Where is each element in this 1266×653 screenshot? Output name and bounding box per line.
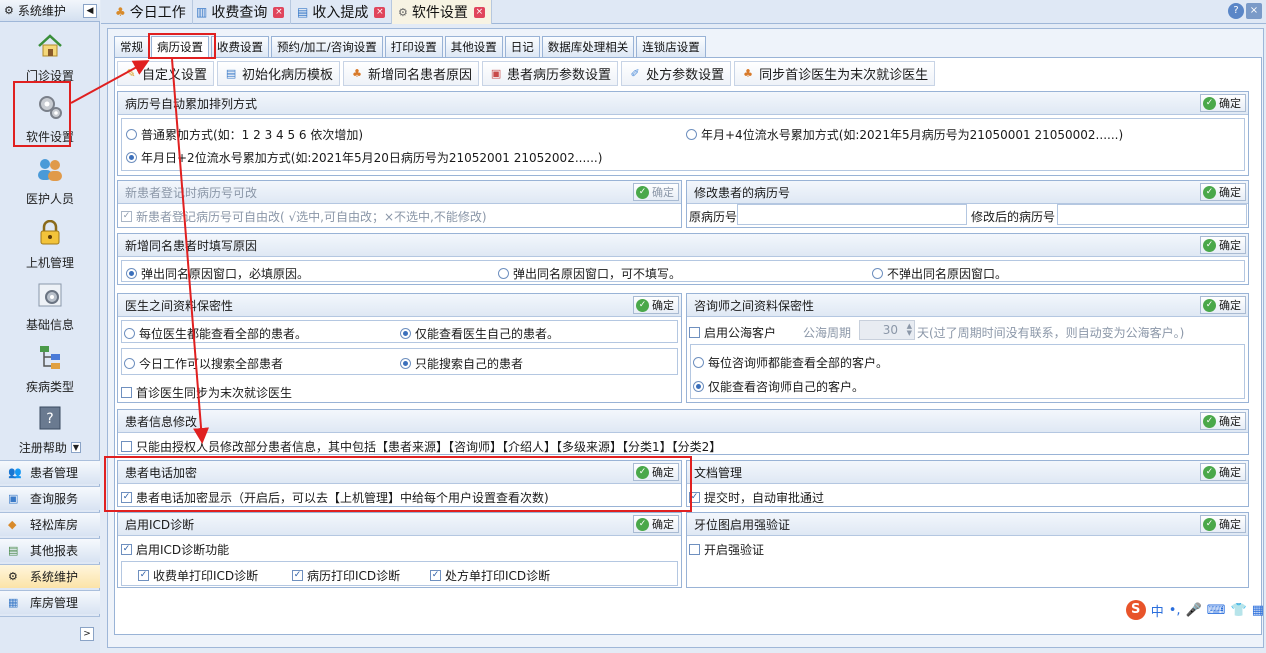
microphone-icon[interactable]: 🎤 <box>1186 603 1202 618</box>
grid-icon[interactable]: ▦ <box>1252 603 1264 618</box>
keyboard-icon[interactable]: ⌨ <box>1207 603 1226 618</box>
ime-mode[interactable]: 中 <box>1151 601 1164 620</box>
skin-icon[interactable]: 👕 <box>1231 603 1247 618</box>
punctuation-icon[interactable]: •, <box>1169 603 1181 618</box>
annotation-arrows <box>70 58 210 444</box>
ime-toolbar: S 中 •, 🎤 ⌨ 👕 ▦ <box>1125 600 1264 620</box>
sogou-logo-icon[interactable]: S <box>1125 600 1146 620</box>
arrow-to-record-tab <box>70 60 150 104</box>
arrow-to-phone-encryption <box>171 58 210 444</box>
